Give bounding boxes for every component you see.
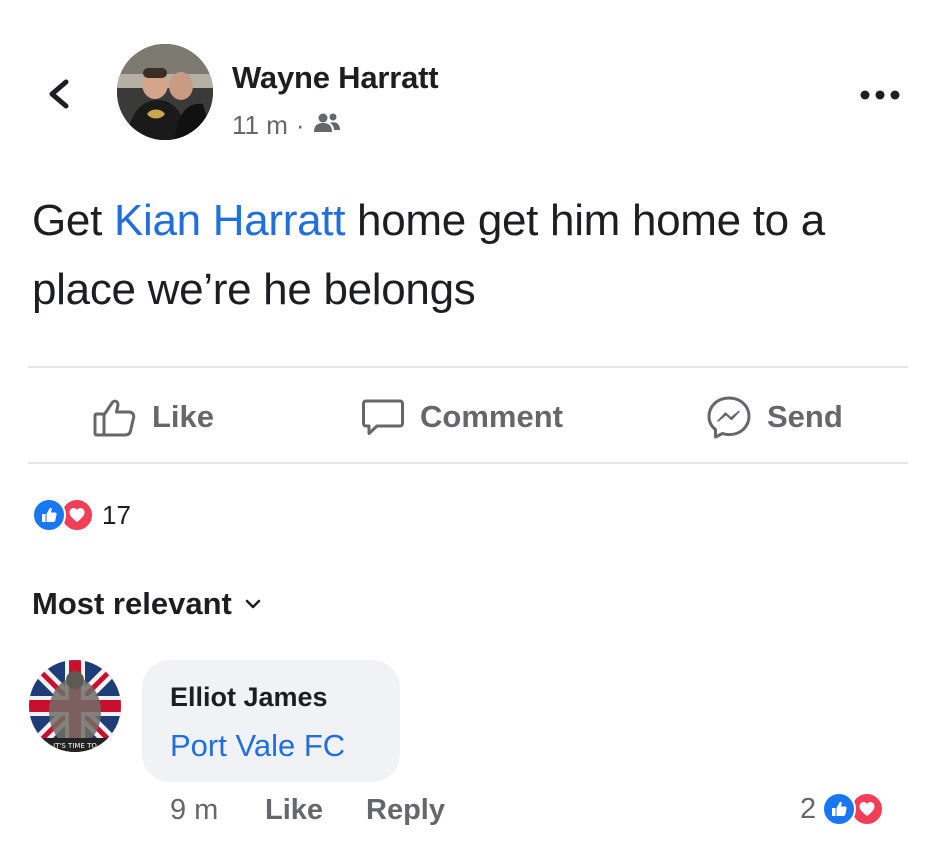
- like-reaction-icon: [32, 498, 66, 532]
- comment-text-link[interactable]: Port Vale FC: [170, 728, 345, 764]
- chevron-left-icon: [49, 79, 69, 109]
- thumbs-up-icon: [93, 399, 136, 437]
- post-text: Get Kian Harratt home get him home to a …: [32, 186, 892, 324]
- meta-separator: ·: [295, 110, 305, 140]
- comment-reactions[interactable]: 2: [800, 792, 885, 826]
- friends-icon[interactable]: [313, 110, 341, 141]
- like-label: Like: [152, 399, 215, 434]
- divider-top: [28, 366, 908, 368]
- commenter-avatar[interactable]: IT'S TIME TO: [29, 660, 121, 752]
- divider-bottom: [28, 462, 908, 464]
- comment-time: 9 m: [170, 794, 219, 826]
- reaction-count: 17: [102, 499, 131, 530]
- commenter-name[interactable]: Elliot James: [170, 682, 328, 713]
- post-text-start: Get: [32, 196, 114, 245]
- svg-text:IT'S TIME TO: IT'S TIME TO: [53, 742, 97, 750]
- mention-link[interactable]: Kian Harratt: [114, 196, 345, 245]
- comment-icon: [362, 399, 404, 435]
- send-button[interactable]: Send: [705, 392, 843, 442]
- more-icon: [860, 90, 900, 100]
- author-avatar[interactable]: [117, 44, 213, 140]
- post-meta: 11 m ·: [232, 110, 341, 141]
- back-button[interactable]: [40, 72, 80, 116]
- comment-button[interactable]: Comment: [360, 392, 563, 442]
- more-options-button[interactable]: [856, 80, 906, 110]
- send-label: Send: [767, 399, 843, 434]
- messenger-icon: [707, 396, 751, 439]
- chevron-down-icon: [245, 599, 261, 609]
- comment-like-button[interactable]: Like: [265, 794, 323, 827]
- sort-label: Most relevant: [32, 586, 232, 621]
- comment-sort-dropdown[interactable]: Most relevant: [32, 586, 262, 622]
- comment-label: Comment: [420, 399, 563, 434]
- comment-reaction-count: 2: [800, 792, 817, 825]
- post-time: 11 m: [232, 110, 288, 140]
- reactions-summary[interactable]: 17: [32, 498, 131, 532]
- post-author-name[interactable]: Wayne Harratt: [232, 60, 439, 96]
- like-button[interactable]: Like: [92, 392, 214, 442]
- like-reaction-icon: [822, 792, 857, 826]
- comment-reply-button[interactable]: Reply: [366, 794, 445, 827]
